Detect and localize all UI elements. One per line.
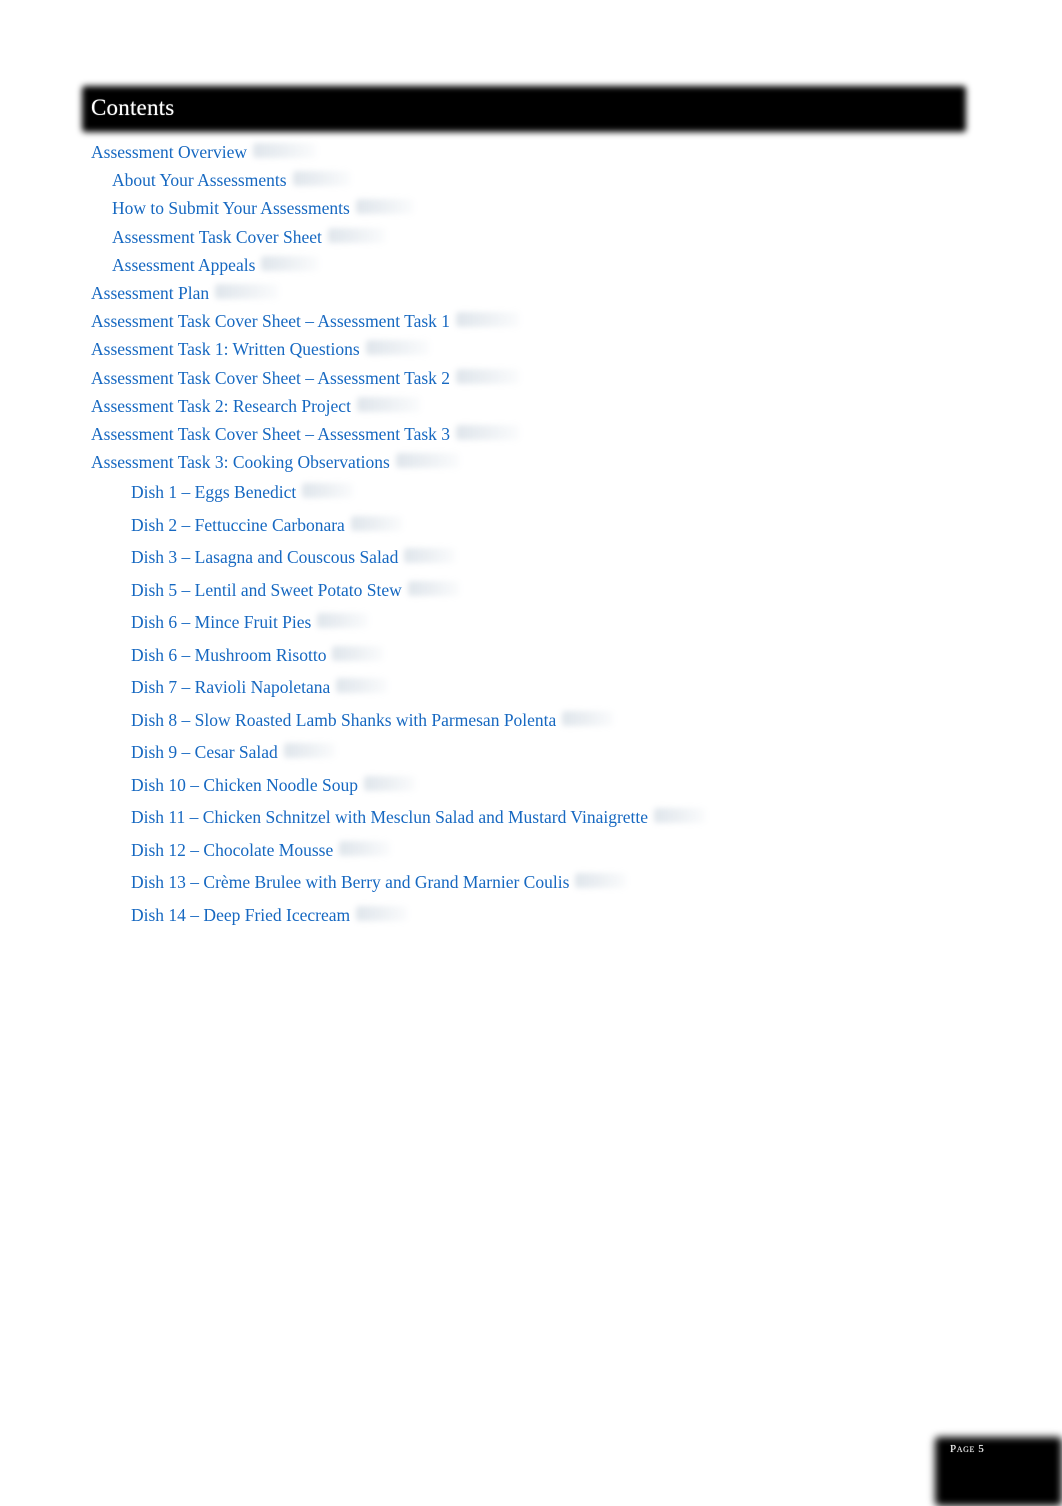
toc-dot-leader: [350, 515, 403, 531]
toc-entry[interactable]: Dish 14 – Deep Fried Icecream: [0, 899, 1062, 932]
toc-entry[interactable]: Dish 1 – Eggs Benedict: [0, 476, 1062, 509]
heading-banner-fill: [82, 86, 966, 132]
toc-entry-label: Assessment Task Cover Sheet – Assessment…: [91, 311, 451, 332]
toc-entry-label: Assessment Appeals: [112, 254, 256, 275]
toc-entry-label: Dish 13 – Crème Brulee with Berry and Gr…: [131, 872, 570, 893]
toc-dot-leader: [292, 171, 351, 187]
toc-dot-leader: [339, 840, 392, 856]
toc-dot-leader: [253, 143, 318, 158]
toc-dot-leader: [562, 710, 615, 726]
toc-dot-leader: [327, 227, 386, 243]
toc-entry[interactable]: Dish 3 – Lasagna and Couscous Salad: [0, 541, 1062, 574]
toc-entry-label: Dish 1 – Eggs Benedict: [131, 482, 297, 503]
toc-entry[interactable]: Dish 8 – Slow Roasted Lamb Shanks with P…: [0, 704, 1062, 737]
toc-entry[interactable]: Assessment Plan: [0, 279, 1062, 307]
toc-entry[interactable]: Assessment Overview: [0, 138, 1062, 166]
toc-dot-leader: [456, 368, 521, 384]
toc-dot-leader: [356, 905, 409, 921]
toc-dot-leader: [332, 645, 385, 661]
toc-entry[interactable]: Assessment Task 2: Research Project: [0, 392, 1062, 420]
toc-entry-label: About Your Assessments: [112, 170, 287, 191]
toc-entry[interactable]: Assessment Task Cover Sheet – Assessment…: [0, 420, 1062, 448]
toc-entry-label: Assessment Task Cover Sheet – Assessment…: [91, 424, 451, 445]
toc-dot-leader: [215, 284, 280, 300]
toc-dot-leader: [395, 453, 460, 469]
toc-entry-label: Dish 6 – Mince Fruit Pies: [131, 612, 312, 633]
toc-entry[interactable]: Assessment Task Cover Sheet – Assessment…: [0, 364, 1062, 392]
document-page: Contents Assessment Overview About Your A…: [0, 0, 1062, 1506]
toc-entry-label: Dish 3 – Lasagna and Couscous Salad: [131, 547, 399, 568]
toc-entry-label: Assessment Plan: [91, 283, 210, 304]
toc-entry-label: Dish 12 – Chocolate Mousse: [131, 839, 334, 860]
toc-entry[interactable]: Dish 5 – Lentil and Sweet Potato Stew: [0, 574, 1062, 607]
toc-dot-leader: [364, 775, 417, 791]
toc-entry-label: Dish 10 – Chicken Noodle Soup: [131, 774, 359, 795]
toc-entry-label: Dish 2 – Fettuccine Carbonara: [131, 514, 345, 535]
toc-entry[interactable]: Dish 6 – Mince Fruit Pies: [0, 606, 1062, 639]
toc-entry[interactable]: Dish 7 – Ravioli Napoletana: [0, 671, 1062, 704]
toc-entry-label: Assessment Overview: [91, 142, 248, 162]
toc-entry[interactable]: How to Submit Your Assessments: [0, 194, 1062, 222]
toc-entry[interactable]: Assessment Task Cover Sheet – Assessment…: [0, 307, 1062, 335]
toc-entry-label: Dish 9 – Cesar Salad: [131, 742, 278, 763]
toc-dot-leader: [356, 396, 421, 412]
toc-dot-leader: [575, 873, 628, 889]
toc-entry[interactable]: Assessment Appeals: [0, 251, 1062, 279]
toc-entry[interactable]: Dish 9 – Cesar Salad: [0, 736, 1062, 769]
toc-entry-label: Assessment Task 2: Research Project: [91, 395, 351, 416]
toc-entry-label: Assessment Task 1: Written Questions: [91, 339, 360, 360]
toc-dot-leader: [456, 312, 521, 328]
toc-entry-label: Dish 5 – Lentil and Sweet Potato Stew: [131, 579, 402, 600]
page-title: Contents: [91, 95, 175, 120]
toc-entry-label: Assessment Task Cover Sheet: [112, 226, 322, 247]
toc-dot-leader: [355, 199, 414, 215]
toc-entry-label: How to Submit Your Assessments: [112, 198, 350, 219]
contents-heading-banner: Contents: [82, 86, 966, 132]
toc-entry[interactable]: Dish 6 – Mushroom Risotto: [0, 639, 1062, 672]
toc-entry[interactable]: Assessment Task 3: Cooking Observations: [0, 448, 1062, 476]
toc-dot-leader: [456, 425, 521, 441]
toc-entry[interactable]: Assessment Task Cover Sheet: [0, 223, 1062, 251]
toc-dot-leader: [336, 678, 389, 694]
toc-dot-leader: [302, 483, 355, 499]
toc-entry[interactable]: Dish 12 – Chocolate Mousse: [0, 834, 1062, 867]
toc-entry[interactable]: Dish 13 – Crème Brulee with Berry and Gr…: [0, 866, 1062, 899]
toc-entry-label: Assessment Task 3: Cooking Observations: [91, 452, 390, 473]
toc-dot-leader: [261, 255, 320, 271]
toc-entry-label: Dish 6 – Mushroom Risotto: [131, 644, 327, 665]
page-footer: Page 5: [935, 1437, 1062, 1506]
toc-entry-label: Assessment Task Cover Sheet – Assessment…: [91, 367, 451, 388]
toc-entry[interactable]: Dish 11 – Chicken Schnitzel with Mesclun…: [0, 801, 1062, 834]
toc-entry-label: Dish 14 – Deep Fried Icecream: [131, 904, 351, 925]
toc-entry[interactable]: Dish 2 – Fettuccine Carbonara: [0, 509, 1062, 542]
toc-entry[interactable]: Assessment Task 1: Written Questions: [0, 335, 1062, 363]
toc-dot-leader: [283, 743, 336, 759]
toc-entry[interactable]: Dish 10 – Chicken Noodle Soup: [0, 769, 1062, 802]
toc-entry-label: Dish 7 – Ravioli Napoletana: [131, 677, 331, 698]
toc-entry-label: Dish 11 – Chicken Schnitzel with Mesclun…: [131, 807, 649, 828]
table-of-contents: Assessment Overview About Your Assessment…: [0, 138, 1062, 931]
toc-entry[interactable]: About Your Assessments: [0, 166, 1062, 194]
toc-dot-leader: [404, 548, 457, 564]
toc-dot-leader: [365, 340, 430, 356]
toc-dot-leader: [407, 580, 460, 596]
toc-dot-leader: [317, 613, 370, 629]
toc-dot-leader: [654, 808, 707, 824]
toc-entry-label: Dish 8 – Slow Roasted Lamb Shanks with P…: [131, 709, 557, 730]
page-number: Page 5: [950, 1443, 985, 1455]
